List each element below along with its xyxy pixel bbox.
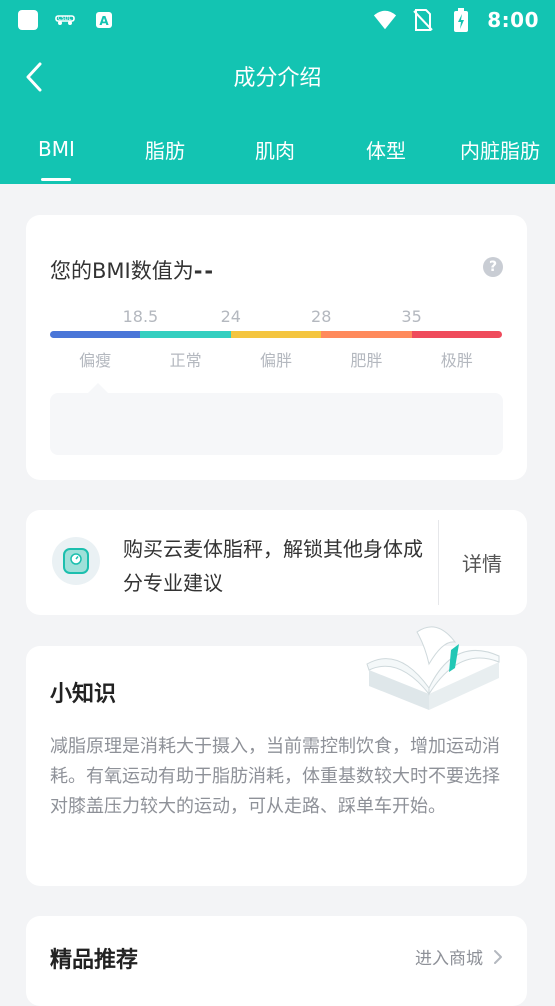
wifi-icon <box>373 8 397 32</box>
bmi-title: 您的BMI数值为-- <box>50 255 215 285</box>
open-book-icon <box>366 626 500 710</box>
font-icon: A <box>92 8 116 32</box>
bmi-threshold: 28 <box>311 307 332 326</box>
scale-icon <box>63 548 89 574</box>
tip-body: 减脂原理是消耗大于摄入，当前需控制饮食，增加运动消耗。有氧运动有助于脂肪消耗，体… <box>50 736 500 817</box>
promo-detail-link[interactable]: 详情 <box>462 548 502 577</box>
bmi-label: 肥胖 <box>350 351 383 370</box>
bmi-segment-extreme <box>411 331 502 338</box>
tab-bar: BMI 脂肪 肌肉 体型 内脏脂肪 <box>0 128 555 184</box>
battery-charging-icon <box>449 8 473 32</box>
bmi-result-box <box>50 383 503 455</box>
bmi-threshold: 24 <box>220 307 241 326</box>
status-time: 8:00 <box>487 8 539 32</box>
bmi-title-text: 您的BMI数值为 <box>50 259 194 283</box>
bmi-label: 偏瘦 <box>79 351 112 370</box>
header-bar: CSDL A 8:00 成分介绍 BMI 脂肪 肌肉 体型 内脏脂肪 <box>0 0 555 184</box>
tab-visceral-fat[interactable]: 内脏脂肪 <box>460 134 540 164</box>
bmi-value: -- <box>193 259 216 283</box>
bmi-threshold: 35 <box>401 307 422 326</box>
promo-card[interactable]: 购买云麦体脂秤，解锁其他身体成分专业建议 详情 <box>26 510 527 615</box>
promo-icon-container <box>52 537 100 585</box>
tip-title: 小知识 <box>50 682 117 707</box>
tab-bmi[interactable]: BMI <box>38 134 75 164</box>
bmi-labels: 偏瘦 正常 偏胖 肥胖 极胖 <box>50 347 502 370</box>
nav-bar: 成分介绍 <box>0 48 555 106</box>
bmi-label: 正常 <box>169 351 202 370</box>
promo-text: 购买云麦体脂秤，解锁其他身体成分专业建议 <box>123 537 423 595</box>
enter-store-label: 进入商城 <box>415 949 483 969</box>
page-title: 成分介绍 <box>233 66 322 91</box>
bmi-segment-overweight <box>230 331 322 338</box>
bmi-threshold: 18.5 <box>122 307 159 326</box>
chevron-right-icon <box>494 949 502 964</box>
bmi-segment-normal <box>140 331 231 338</box>
tip-card: 小知识 减脂原理是消耗大于摄入，当前需控制饮食，增加运动消耗。有氧运动有助于脂肪… <box>26 626 527 886</box>
status-left: CSDL A <box>16 8 116 32</box>
square-icon <box>16 8 40 32</box>
svg-text:CSDL: CSDL <box>58 16 72 22</box>
question-circle-icon[interactable]: ? <box>483 257 503 277</box>
enter-store-link[interactable]: 进入商城 <box>415 944 503 969</box>
status-right: 8:00 <box>373 8 539 32</box>
tab-body-type[interactable]: 体型 <box>366 134 406 164</box>
bmi-segment-underweight <box>50 331 141 338</box>
tab-muscle[interactable]: 肌肉 <box>255 134 295 164</box>
no-sim-icon <box>411 8 435 32</box>
svg-text:A: A <box>99 14 109 28</box>
active-tab-indicator <box>41 178 71 181</box>
bmi-thresholds: 18.5 24 28 35 <box>50 307 502 327</box>
tab-fat[interactable]: 脂肪 <box>145 134 185 164</box>
recommend-card: 精品推荐 进入商城 <box>26 916 527 1006</box>
bmi-label: 极胖 <box>440 351 473 370</box>
carrier-icon: CSDL <box>54 8 78 32</box>
promo-divider <box>438 520 439 605</box>
status-bar: CSDL A 8:00 <box>0 0 555 40</box>
bmi-card: 您的BMI数值为-- ? 18.5 24 28 35 偏瘦 正常 偏胖 肥胖 极… <box>26 215 527 480</box>
bmi-label: 偏胖 <box>259 351 293 370</box>
bmi-segment-obese <box>321 331 412 338</box>
recommend-title: 精品推荐 <box>50 948 139 973</box>
bmi-scale-bar <box>50 331 502 338</box>
